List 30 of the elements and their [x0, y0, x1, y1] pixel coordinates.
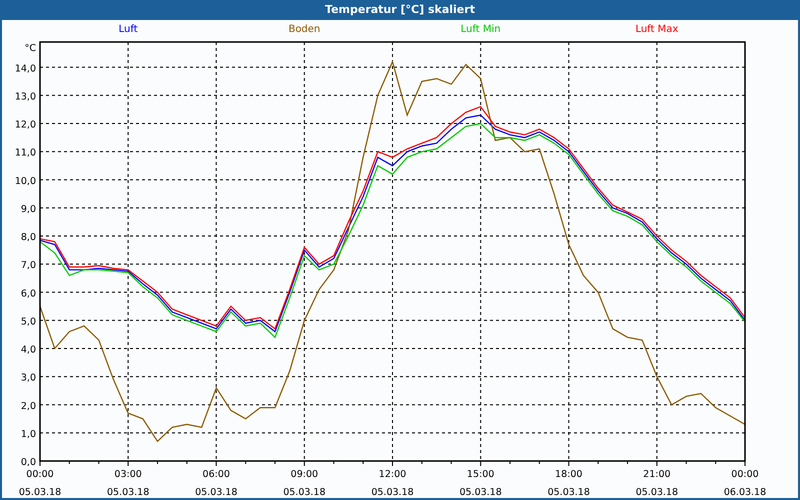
x-tick-label: 00:00 06.03.18	[724, 468, 766, 498]
x-tick-label: 15:00 05.03.18	[459, 468, 502, 498]
legend-label: Boden	[288, 24, 320, 36]
x-tick-label: 12:00 05.03.18	[371, 468, 414, 498]
y-tick-label: 10,0	[14, 176, 36, 187]
x-tick-label: 18:00 05.03.18	[548, 468, 590, 498]
y-tick-label: 1,0	[20, 428, 36, 440]
y-tick-label: 0,0	[20, 456, 36, 468]
legend-label: Luft Max	[635, 24, 678, 36]
y-tick-label: 3,0	[20, 372, 36, 384]
window-title: Temperatur [°C] skaliert	[0, 0, 800, 20]
x-tick-label: 03:00 05.03.18	[106, 468, 150, 498]
legend-label: Luft	[118, 24, 138, 36]
x-tick-label: 00:00 05.03.18	[18, 468, 62, 498]
x-tick-label: 06:00 05.03.18	[195, 468, 238, 498]
y-axis-label: °C	[24, 42, 36, 54]
y-tick-label: 5,0	[20, 316, 36, 328]
y-tick-label: 9,0	[20, 204, 36, 215]
x-tick-label: 09:00 05.03.18	[283, 468, 326, 498]
y-tick-label: 11,0	[14, 148, 36, 159]
legend-label: Luft Min	[460, 24, 501, 36]
y-tick-label: 6,0	[20, 288, 36, 300]
y-tick-label: 7,0	[20, 260, 36, 271]
x-tick-label: 21:00 05.03.18	[636, 468, 678, 498]
y-tick-label: 12,0	[14, 119, 36, 130]
y-tick-label: 14,0	[14, 63, 36, 74]
y-tick-label: 4,0	[20, 344, 36, 356]
y-tick-label: 8,0	[20, 232, 36, 243]
y-tick-label: 2,0	[20, 400, 36, 412]
y-tick-label: 13,0	[14, 91, 36, 102]
